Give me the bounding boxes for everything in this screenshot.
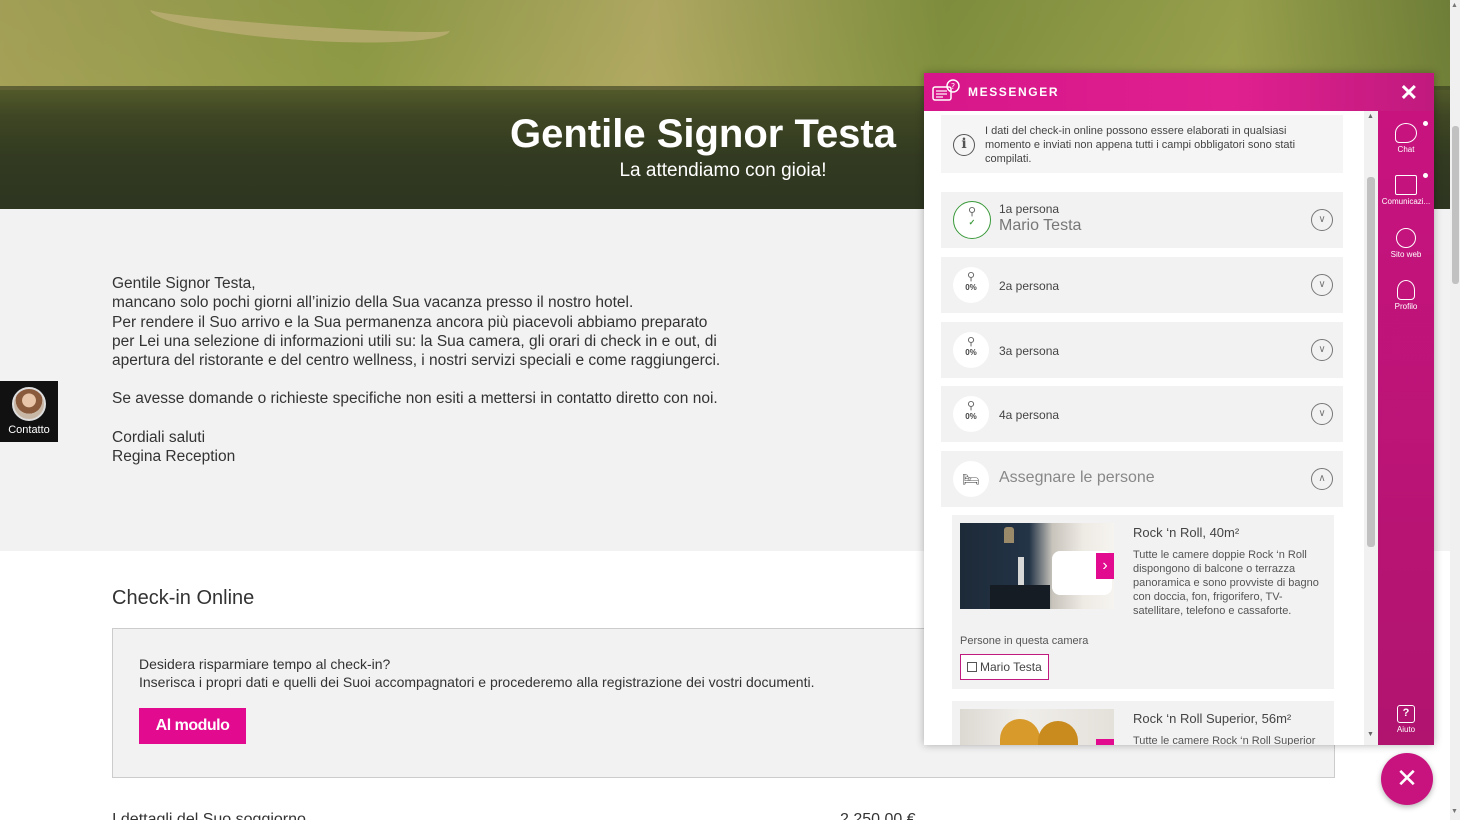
scroll-down-icon[interactable]: ▼ [1367, 731, 1374, 738]
room-image [960, 523, 1114, 609]
letter-text: Se avesse domande o richieste specifiche… [112, 390, 718, 408]
info-icon: i [953, 134, 975, 156]
person-progress-icon: ⚲ 0% [953, 332, 989, 368]
assign-label: Assegnare le persone [999, 469, 1155, 486]
help-icon: ? [1397, 705, 1415, 723]
person-label: 3a persona [999, 344, 1060, 358]
room-card: › Rock ‘n Roll, 40m² Tutte le camere dop… [952, 515, 1334, 689]
globe-icon [1396, 228, 1416, 248]
person-row-4[interactable]: ⚲ 0% 4a persona ∨ [941, 386, 1343, 442]
nav-label: Chat [1397, 145, 1415, 154]
person-complete-icon: ⚲ ✓ [953, 201, 991, 239]
checkin-line: Desidera risparmiare tempo al check-in? [139, 656, 391, 672]
letter-signature: Regina Reception [112, 448, 236, 466]
messenger-scrollbar-thumb[interactable] [1367, 177, 1375, 547]
nav-label: Sito web [1390, 250, 1422, 259]
person-row-3[interactable]: ⚲ 0% 3a persona ∨ [941, 322, 1343, 378]
image-next-arrow-icon[interactable]: › [1096, 553, 1114, 579]
nav-label: Comunicazi... [1381, 197, 1431, 206]
info-text: I dati del check-in online possono esser… [985, 125, 1296, 165]
messenger-header: ? MESSENGER ✕ [924, 73, 1434, 111]
contact-avatar [12, 387, 46, 421]
chevron-down-icon[interactable]: ∨ [1311, 274, 1333, 296]
stay-price: 2.250,00 € [840, 812, 916, 820]
contact-widget[interactable]: Contatto [0, 381, 58, 442]
person-name: Mario Testa [999, 217, 1082, 234]
chevron-down-icon[interactable]: ∨ [1311, 403, 1333, 425]
letter-text: apertura del ristorante e del centro wel… [112, 352, 721, 370]
image-next-arrow-icon[interactable]: › [1096, 739, 1114, 745]
messenger-scrollbar[interactable]: ▲ ▼ [1364, 111, 1378, 745]
page-scrollbar[interactable]: ▲ ▼ [1450, 0, 1460, 820]
nav-label: Profilo [1394, 302, 1418, 311]
chevron-down-icon[interactable]: ∨ [1311, 339, 1333, 361]
letter-text: per Lei una selezione di informazioni ut… [112, 332, 717, 350]
form-button[interactable]: Al modulo [139, 708, 246, 744]
messenger-close-button[interactable]: ✕ [1400, 80, 1418, 106]
room-image [960, 709, 1114, 745]
messenger-panel: ? MESSENGER ✕ i I dati del check-in onli… [924, 73, 1434, 745]
letter-text: Per rendere il Suo arrivo e la Sua perma… [112, 313, 708, 331]
bed-icon: 🛏 [953, 461, 989, 497]
letter-closing: Cordiali saluti [112, 428, 206, 446]
checkin-line: Inserisca i propri dati e quelli dei Suo… [139, 674, 815, 690]
room-title: Rock ‘n Roll Superior, 56m² [1133, 711, 1292, 726]
person-row-1[interactable]: ⚲ ✓ 1a persona Mario Testa ∨ [941, 192, 1343, 248]
page-scrollbar-thumb[interactable] [1452, 126, 1459, 284]
mail-icon [1395, 175, 1417, 195]
scroll-up-icon[interactable]: ▲ [1451, 2, 1458, 9]
messenger-sidenav: Chat Comunicazi... Sito web Profilo ? Ai… [1378, 111, 1434, 745]
nav-profile[interactable]: Profilo [1378, 280, 1434, 311]
person-label: 1a persona [999, 202, 1060, 216]
person-progress-icon: ⚲ 0% [953, 267, 989, 303]
stay-details-title: I dettagli del Suo soggiorno [112, 812, 306, 820]
nav-communications[interactable]: Comunicazi... [1378, 173, 1434, 206]
contact-label: Contatto [8, 424, 50, 436]
chevron-up-icon[interactable]: ∧ [1311, 468, 1333, 490]
person-label: 4a persona [999, 408, 1060, 422]
person-row-2[interactable]: ⚲ 0% 2a persona ∨ [941, 257, 1343, 313]
nav-chat[interactable]: Chat [1378, 121, 1434, 154]
chat-icon [1395, 123, 1417, 143]
room-description: Tutte le camere Rock ‘n Roll Superior [1133, 735, 1316, 745]
checkbox-icon[interactable] [967, 662, 977, 672]
nav-website[interactable]: Sito web [1378, 228, 1434, 259]
messenger-toggle-close-button[interactable]: ✕ [1381, 753, 1433, 805]
nav-label: Aiuto [1396, 725, 1416, 734]
messenger-logo-icon: ? [932, 79, 960, 101]
room-description: Tutte le camere doppie Rock ‘n Roll disp… [1133, 549, 1319, 617]
nav-help[interactable]: ? Aiuto [1378, 705, 1434, 734]
hero-subtitle: La attendiamo con gioia! [619, 160, 827, 181]
room-title: Rock ‘n Roll, 40m² [1133, 525, 1240, 540]
scroll-down-icon[interactable]: ▼ [1451, 808, 1458, 815]
chevron-down-icon[interactable]: ∨ [1311, 209, 1333, 231]
room-card: › Rock ‘n Roll Superior, 56m² Tutte le c… [952, 701, 1334, 745]
letter-text: mancano solo pochi giorni all’inizio del… [112, 294, 634, 312]
messenger-title: MESSENGER [968, 85, 1060, 99]
checkin-title: Check-in Online [112, 587, 255, 609]
welcome-letter: Gentile Signor Testa, mancano solo pochi… [112, 274, 872, 466]
letter-greeting: Gentile Signor Testa, [112, 275, 256, 292]
messenger-body: i I dati del check-in online possono ess… [924, 111, 1378, 745]
hero-title: Gentile Signor Testa [510, 112, 896, 156]
checkin-info-box: i I dati del check-in online possono ess… [941, 115, 1343, 173]
person-checkbox-chip[interactable]: Mario Testa [960, 654, 1049, 680]
scroll-up-icon[interactable]: ▲ [1367, 113, 1374, 120]
assign-persons-row[interactable]: 🛏 Assegnare le persone ∧ [941, 451, 1343, 507]
person-label: 2a persona [999, 279, 1060, 293]
svg-text:?: ? [951, 82, 955, 91]
user-icon [1397, 280, 1415, 300]
room-persons-label: Persone in questa camera [960, 635, 1089, 647]
person-progress-icon: ⚲ 0% [953, 396, 989, 432]
